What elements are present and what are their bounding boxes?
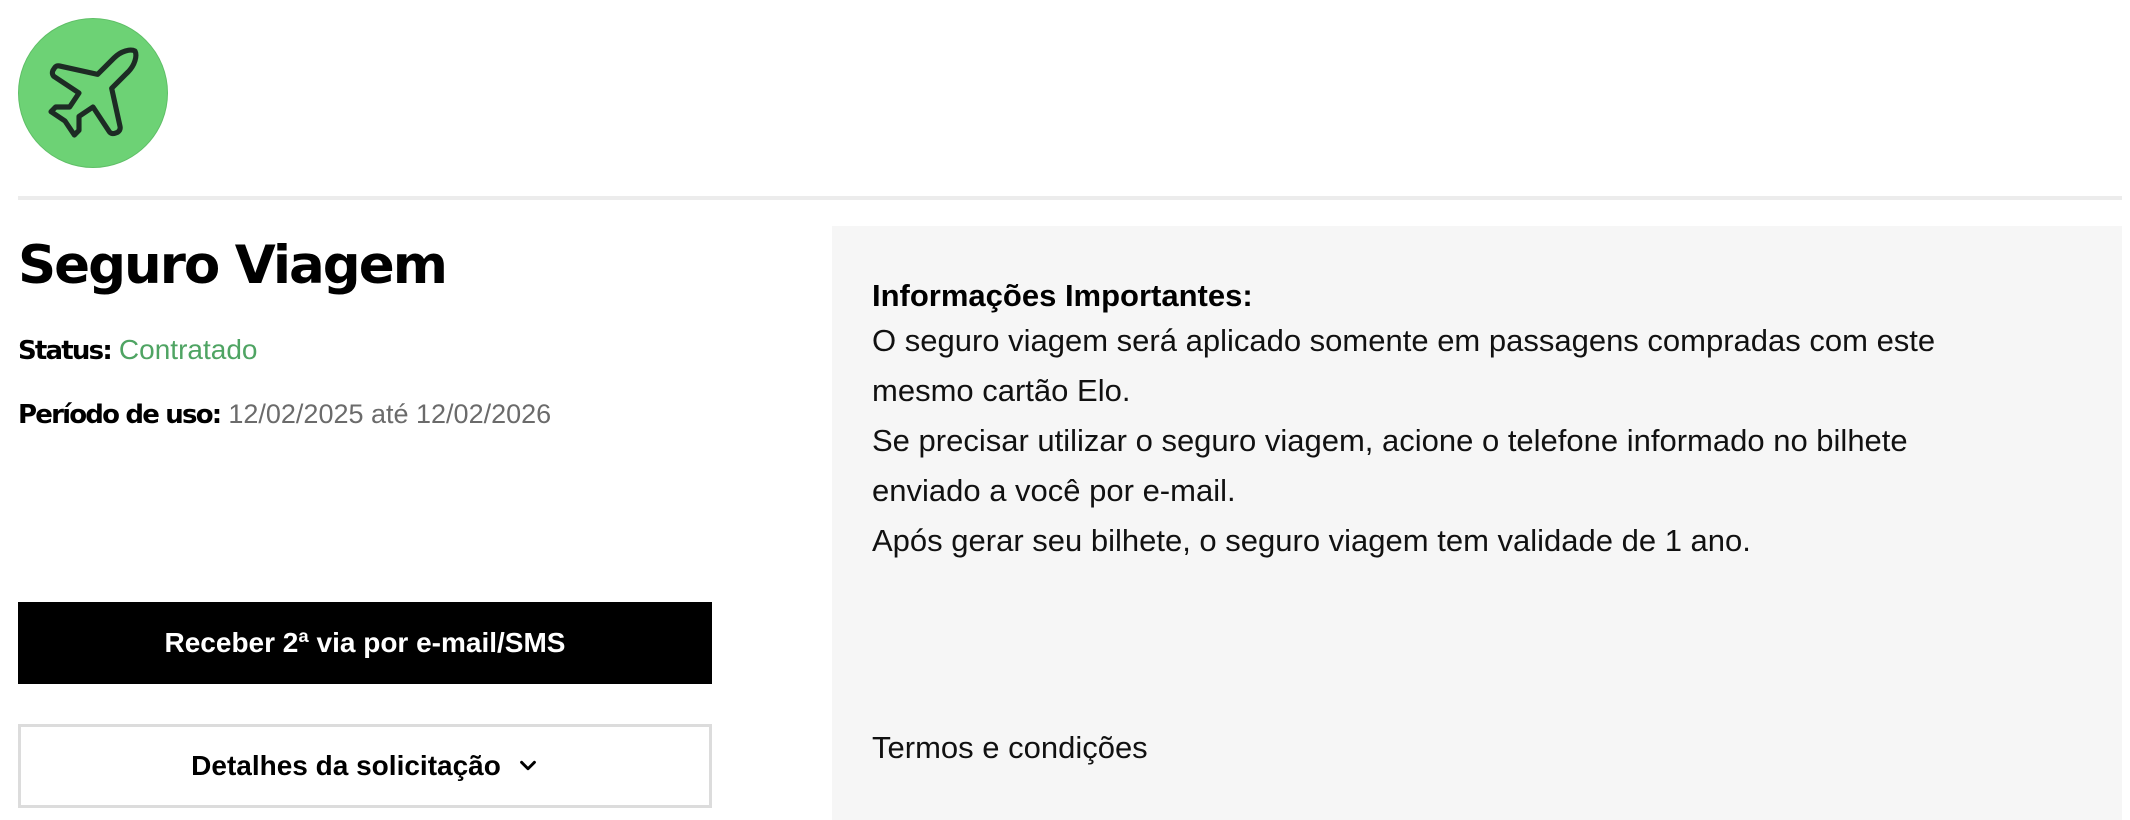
airplane-icon [48,47,139,138]
resend-ticket-button[interactable]: Receber 2ª via por e-mail/SMS [18,602,712,684]
request-details-button[interactable]: Detalhes da solicitação [18,724,712,808]
chevron-down-icon [519,760,536,771]
info-line: O seguro viagem será aplicado somente em… [872,323,1936,358]
usage-period-label: Período de uso: [18,400,222,430]
request-details-label: Detalhes da solicitação [191,750,501,781]
status-row: Status: Contratado [18,334,257,367]
resend-ticket-label: Receber 2ª via por e-mail/SMS [164,627,566,658]
info-line: mesmo cartão Elo. [872,373,1131,408]
product-summary: Seguro Viagem Status: Contratado Período … [18,228,718,430]
page-title: Seguro Viagem [18,235,448,296]
usage-period-value: 12/02/2025 até 12/02/2026 [228,399,552,429]
info-line: Se precisar utilizar o seguro viagem, ac… [872,423,1908,458]
usage-period-row: Período de uso: 12/02/2025 até 12/02/2026 [18,398,551,431]
info-line: enviado a você por e-mail. [872,473,1236,508]
important-info-panel: Informações Importantes: O seguro viagem… [832,226,2122,820]
terms-and-conditions-link[interactable]: Termos e condições [872,728,1148,768]
header-divider [18,196,2122,200]
info-heading: Informações Importantes: [872,278,1253,313]
status-label: Status: [18,336,113,366]
travel-insurance-badge [18,18,168,168]
status-value: Contratado [118,334,258,365]
info-line: Após gerar seu bilhete, o seguro viagem … [872,523,1751,558]
